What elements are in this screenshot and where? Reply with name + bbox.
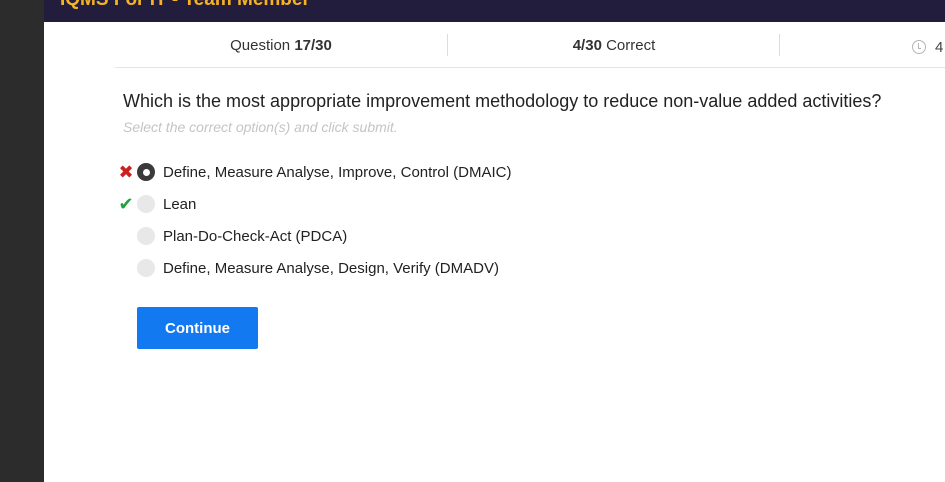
option-mark-empty (116, 226, 136, 246)
option-label: Plan-Do-Check-Act (PDCA) (163, 227, 348, 245)
check-icon: ✔ (118, 194, 134, 214)
option-label: Lean (163, 195, 197, 213)
answer-option[interactable]: Plan-Do-Check-Act (PDCA) (116, 224, 716, 248)
timer: 4 (912, 37, 943, 57)
answer-option[interactable]: ✔ Lean (116, 192, 716, 216)
clock-icon (912, 40, 926, 54)
answer-option[interactable]: Define, Measure Analyse, Design, Verify … (116, 256, 716, 280)
question-counter: Question 17/30 (115, 31, 447, 61)
option-radio[interactable] (137, 195, 155, 213)
header-bar: IQMS For IT - Team Member (44, 0, 945, 22)
option-radio[interactable] (137, 227, 155, 245)
question-text: Which is the most appropriate improvemen… (123, 91, 882, 111)
correct-counter-value: 4/30 (572, 37, 602, 54)
continue-button[interactable]: Continue (137, 307, 258, 349)
app-title: IQMS For IT - Team Member (60, 0, 310, 11)
timer-value: 4 (935, 38, 944, 56)
correct-counter: 4/30 Correct (448, 31, 780, 61)
question-instruction: Select the correct option(s) and click s… (123, 119, 398, 135)
stats-divider (779, 34, 780, 56)
cross-icon: ✖ (118, 162, 134, 182)
quiz-stats-bar: Question 17/30 4/30 Correct 4 (115, 31, 945, 68)
question-counter-value: 17/30 (294, 37, 332, 54)
question-counter-label: Question (230, 37, 291, 54)
option-radio[interactable] (137, 259, 155, 277)
option-radio[interactable] (137, 163, 155, 181)
option-mark-empty (116, 258, 136, 278)
left-rail (0, 0, 44, 482)
option-label: Define, Measure Analyse, Improve, Contro… (163, 163, 512, 181)
correct-counter-label: Correct (606, 37, 656, 54)
option-label: Define, Measure Analyse, Design, Verify … (163, 259, 499, 277)
answer-option[interactable]: ✖ Define, Measure Analyse, Improve, Cont… (116, 160, 716, 184)
